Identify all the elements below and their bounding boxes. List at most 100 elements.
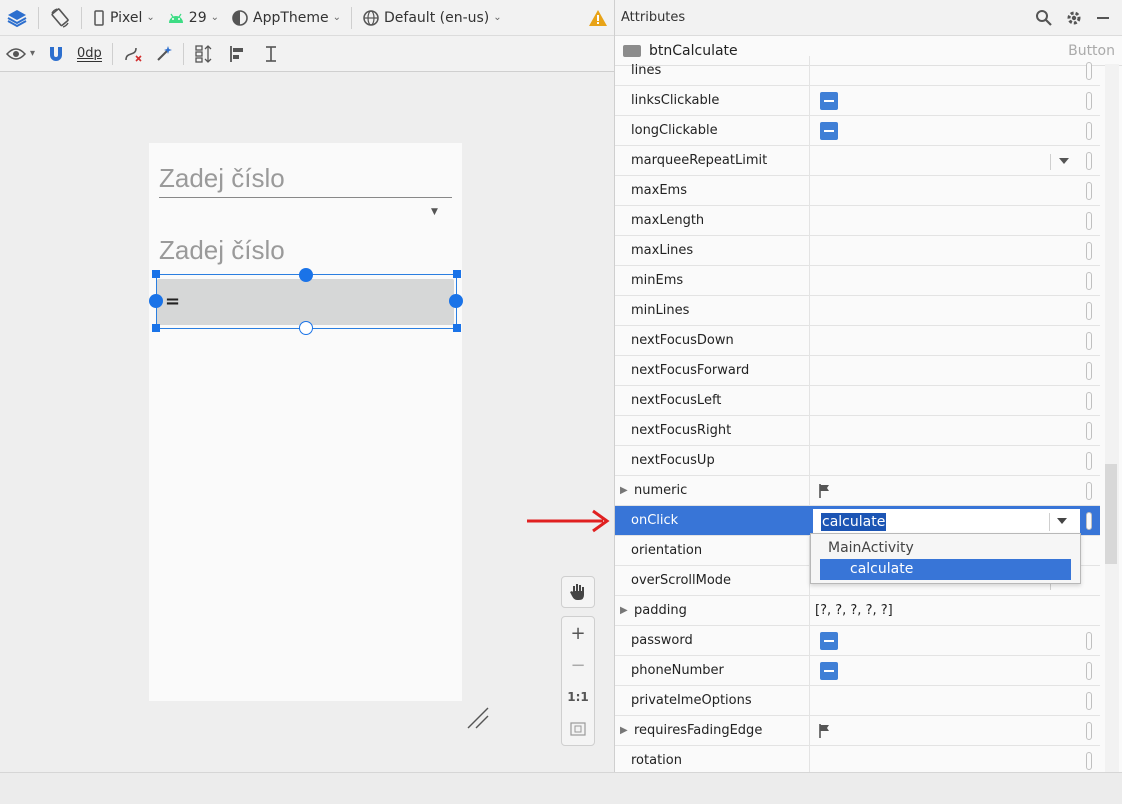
expand-triangle-icon[interactable]: ▶	[620, 596, 628, 626]
theme-selector[interactable]: AppTheme ⌄	[225, 4, 347, 32]
popup-item-calculate[interactable]: calculate	[820, 559, 1071, 580]
warnings-button[interactable]	[582, 4, 614, 32]
zoom-fit-button[interactable]	[562, 713, 594, 745]
resize-handle[interactable]	[152, 270, 160, 278]
constraint-anchor-top[interactable]	[299, 268, 313, 282]
flag-icon[interactable]	[818, 483, 832, 499]
reference-icon[interactable]	[1086, 662, 1092, 680]
attribute-row[interactable]: maxEms	[615, 176, 1100, 206]
attribute-row[interactable]: nextFocusLeft	[615, 386, 1100, 416]
layers-button[interactable]	[0, 4, 34, 32]
reference-icon[interactable]	[1086, 332, 1092, 350]
pack-button[interactable]	[188, 40, 222, 68]
reference-icon[interactable]	[1086, 212, 1092, 230]
reference-icon[interactable]	[1086, 152, 1092, 170]
tristate-checkbox[interactable]	[820, 122, 838, 140]
attribute-row[interactable]: privateImeOptions	[615, 686, 1100, 716]
onclick-value[interactable]: calculate	[821, 513, 887, 531]
chevron-down-icon[interactable]	[1059, 158, 1069, 164]
reference-icon[interactable]	[1086, 722, 1092, 740]
device-selector[interactable]: Pixel ⌄	[86, 4, 161, 32]
chevron-down-icon[interactable]	[1057, 518, 1067, 524]
tristate-checkbox[interactable]	[820, 632, 838, 650]
reference-icon[interactable]	[1086, 242, 1092, 260]
default-margin-button[interactable]: 0dp	[71, 40, 108, 68]
attribute-row[interactable]: nextFocusDown	[615, 326, 1100, 356]
attribute-row[interactable]: minEms	[615, 266, 1100, 296]
attribute-row[interactable]: longClickable	[615, 116, 1100, 146]
device-preview[interactable]: Zadej číslo ▼ Zadej číslo =	[149, 143, 462, 701]
constraint-anchor-bottom[interactable]	[299, 321, 313, 335]
android-icon	[168, 13, 183, 23]
pan-button[interactable]	[561, 576, 595, 608]
gear-icon[interactable]	[1065, 9, 1083, 27]
reference-icon[interactable]	[1086, 422, 1092, 440]
autoconnect-button[interactable]	[41, 40, 71, 68]
reference-icon[interactable]	[1086, 482, 1092, 500]
attribute-row[interactable]: password	[615, 626, 1100, 656]
flag-icon[interactable]	[818, 723, 832, 739]
attribute-row[interactable]: minLines	[615, 296, 1100, 326]
view-options-button[interactable]: ▾	[0, 40, 41, 68]
search-icon[interactable]	[1035, 9, 1053, 27]
reference-icon[interactable]	[1086, 272, 1092, 290]
reference-icon[interactable]	[1086, 182, 1092, 200]
zoom-actual-button[interactable]: 1:1	[562, 681, 594, 713]
reference-icon[interactable]	[1086, 392, 1092, 410]
tristate-checkbox[interactable]	[820, 662, 838, 680]
attribute-row[interactable]: linksClickable	[615, 86, 1100, 116]
orientation-button[interactable]	[43, 4, 77, 32]
resize-grip-icon[interactable]	[466, 706, 492, 732]
reference-icon[interactable]	[1086, 452, 1092, 470]
locale-selector[interactable]: Default (en-us) ⌄	[356, 4, 508, 32]
expand-triangle-icon[interactable]: ▶	[620, 476, 628, 506]
minimize-icon[interactable]	[1095, 10, 1111, 26]
attribute-row[interactable]: nextFocusRight	[615, 416, 1100, 446]
scrollbar-thumb[interactable]	[1105, 464, 1117, 564]
tristate-checkbox[interactable]	[820, 92, 838, 110]
attribute-row[interactable]: nextFocusForward	[615, 356, 1100, 386]
column-divider	[809, 656, 810, 686]
attribute-row[interactable]: ▶ requiresFadingEdge	[615, 716, 1100, 746]
zoom-in-button[interactable]: +	[562, 617, 594, 649]
reference-icon[interactable]	[1086, 122, 1092, 140]
infer-constraints-button[interactable]	[149, 40, 179, 68]
column-divider	[809, 146, 810, 176]
reference-icon[interactable]	[1086, 692, 1092, 710]
attribute-row[interactable]: ▶ numeric	[615, 476, 1100, 506]
attribute-row[interactable]: nextFocusUp	[615, 446, 1100, 476]
attribute-row[interactable]: rotation	[615, 746, 1100, 772]
onclick-combo-box[interactable]: calculate	[811, 507, 1082, 535]
attributes-scrollbar[interactable]	[1105, 64, 1119, 772]
resize-handle[interactable]	[453, 324, 461, 332]
reference-icon[interactable]	[1086, 302, 1092, 320]
reference-icon[interactable]	[1086, 62, 1092, 80]
resize-handle[interactable]	[453, 270, 461, 278]
attribute-row[interactable]: maxLength	[615, 206, 1100, 236]
reference-icon[interactable]	[1086, 632, 1092, 650]
reference-icon[interactable]	[1086, 92, 1092, 110]
zoom-out-button[interactable]: −	[562, 649, 594, 681]
attribute-row[interactable]: phoneNumber	[615, 656, 1100, 686]
constraint-anchor-right[interactable]	[449, 294, 463, 308]
clear-constraints-button[interactable]	[117, 40, 149, 68]
attribute-value[interactable]: [?, ?, ?, ?, ?]	[815, 596, 893, 626]
number-input-1[interactable]: Zadej číslo	[159, 163, 285, 194]
align-button[interactable]	[222, 40, 256, 68]
api-level-selector[interactable]: 29 ⌄	[161, 4, 225, 32]
design-canvas[interactable]: Zadej číslo ▼ Zadej číslo = + − 1:1	[0, 72, 614, 772]
attribute-row[interactable]: maxLines	[615, 236, 1100, 266]
attribute-row[interactable]: marqueeRepeatLimit	[615, 146, 1100, 176]
reference-icon[interactable]	[1086, 752, 1092, 770]
reference-icon[interactable]	[1086, 362, 1092, 380]
attribute-row-onclick[interactable]: onClick calculate	[615, 506, 1100, 536]
spinner-dropdown-icon[interactable]: ▼	[431, 207, 438, 217]
reference-icon[interactable]	[1086, 512, 1092, 530]
constraint-anchor-left[interactable]	[149, 294, 163, 308]
number-input-2[interactable]: Zadej číslo	[159, 235, 285, 266]
guidelines-button[interactable]	[256, 40, 288, 68]
resize-handle[interactable]	[152, 324, 160, 332]
attribute-row[interactable]: lines	[615, 56, 1100, 86]
attribute-row[interactable]: ▶ padding [?, ?, ?, ?, ?]	[615, 596, 1100, 626]
expand-triangle-icon[interactable]: ▶	[620, 716, 628, 746]
